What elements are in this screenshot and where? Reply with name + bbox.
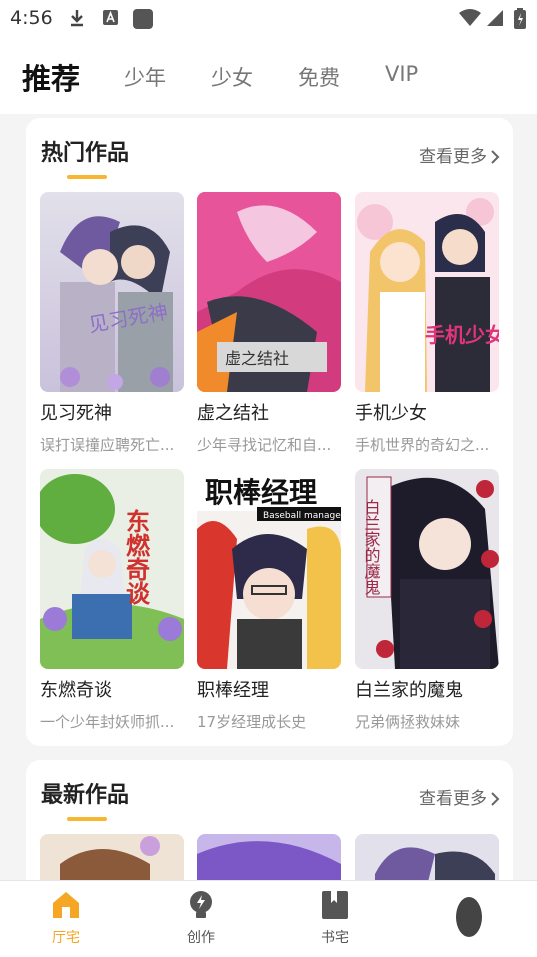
cover-logo-text: 职棒经理: [205, 476, 317, 509]
status-bar: 4:56: [0, 0, 537, 36]
nav-create[interactable]: 创作: [161, 889, 241, 947]
tab-free[interactable]: 免费: [298, 62, 340, 92]
chevron-right-icon: [491, 150, 500, 164]
bottom-nav: 厅宅 创作 书宅: [0, 880, 537, 957]
book-icon: [322, 891, 348, 919]
chevron-right-icon: [491, 792, 500, 806]
tab-shojo[interactable]: 少女: [211, 62, 253, 92]
comic-cover[interactable]: 见习死神: [40, 192, 184, 392]
comic-description: 手机世界的奇幻之...: [355, 436, 490, 454]
top-tab-bar: 推荐 少年 少女 免费 VIP: [0, 36, 537, 114]
nav-bookshelf[interactable]: 书宅: [295, 889, 375, 947]
battery-icon: [513, 8, 527, 34]
view-more-button[interactable]: 查看更多: [419, 784, 501, 809]
font-notification-icon: [102, 8, 120, 32]
comic-cover[interactable]: 白兰家的魔鬼: [355, 469, 499, 669]
status-time: 4:56: [10, 7, 53, 29]
comic-cover[interactable]: 东燃奇谈: [40, 469, 184, 669]
comic-description: 17岁经理成长史: [197, 713, 307, 731]
comic-title[interactable]: 职棒经理: [197, 676, 269, 702]
cover-logo-text: 虚之结社: [225, 349, 289, 368]
view-more-button[interactable]: 查看更多: [419, 142, 501, 167]
nav-label: 创作: [187, 930, 215, 946]
nav-home[interactable]: 厅宅: [26, 889, 106, 947]
cell-signal-icon: [485, 8, 505, 32]
lightbulb-icon: [190, 891, 212, 918]
tab-recommended[interactable]: 推荐: [22, 56, 80, 98]
comic-description: 兄弟俩拯救妹妹: [355, 713, 461, 731]
download-icon: [68, 8, 86, 32]
tab-shonen[interactable]: 少年: [124, 62, 166, 92]
new-works-card: 最新作品 查看更多: [26, 760, 513, 900]
section-underline: [67, 817, 107, 821]
profile-icon: [456, 897, 482, 937]
cover-logo-text: 东燃奇谈: [122, 508, 151, 605]
comic-description: 少年寻找记忆和自...: [197, 436, 332, 454]
nav-label: 书宅: [321, 930, 349, 946]
nav-profile[interactable]: [429, 889, 509, 943]
hot-works-card: 热门作品 查看更多 见习死神 见习死神 误打误撞应聘死亡... 虚之结社 虚之结…: [26, 118, 513, 746]
comic-title[interactable]: 白兰家的魔鬼: [355, 676, 463, 702]
comic-description: 一个少年封妖师抓...: [40, 713, 175, 731]
home-icon: [53, 892, 79, 918]
cover-subtitle-text: Baseball manager: [263, 511, 341, 521]
cover-logo-text: 白兰家的魔鬼: [362, 499, 381, 595]
wifi-icon: [458, 8, 482, 32]
section-title: 最新作品: [41, 783, 130, 808]
comic-cover[interactable]: 职棒经理 Baseball manager: [197, 469, 341, 669]
section-underline: [67, 175, 107, 179]
app-notification-icon: [132, 8, 154, 34]
nav-label: 厅宅: [52, 930, 80, 946]
section-title: 热门作品: [41, 141, 130, 166]
comic-title[interactable]: 东燃奇谈: [40, 676, 112, 702]
comic-title[interactable]: 见习死神: [40, 399, 112, 425]
cover-logo-text: 手机少女: [425, 323, 499, 347]
tab-vip[interactable]: VIP: [385, 62, 418, 86]
comic-title[interactable]: 手机少女: [355, 399, 427, 425]
comic-description: 误打误撞应聘死亡...: [40, 436, 175, 454]
comic-title[interactable]: 虚之结社: [197, 399, 269, 425]
comic-cover[interactable]: 手机少女: [355, 192, 499, 392]
comic-cover[interactable]: 虚之结社: [197, 192, 341, 392]
